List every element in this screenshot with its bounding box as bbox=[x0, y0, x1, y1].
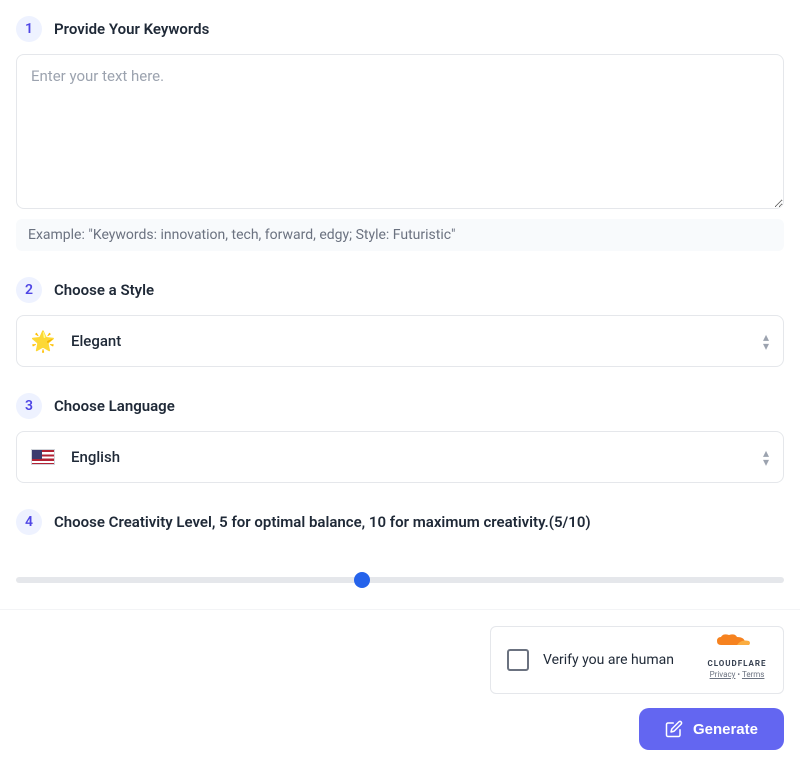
terms-link[interactable]: Terms bbox=[742, 670, 764, 679]
example-prefix: Example: bbox=[28, 227, 88, 243]
step-header: 1 Provide Your Keywords bbox=[16, 16, 784, 42]
generate-button[interactable]: Generate bbox=[639, 708, 784, 750]
step-keywords: 1 Provide Your Keywords Example: "Keywor… bbox=[16, 16, 784, 251]
style-select[interactable]: 🌟 Elegant ▴▾ bbox=[16, 315, 784, 367]
chevron-up-down-icon: ▴▾ bbox=[763, 449, 769, 466]
footer: Verify you are human CLOUDFLARE Privacy … bbox=[0, 626, 800, 766]
edit-icon bbox=[665, 720, 683, 738]
slider-rail bbox=[16, 577, 784, 583]
captcha-text: Verify you are human bbox=[543, 652, 674, 668]
language-select[interactable]: English ▴▾ bbox=[16, 431, 784, 483]
flag-us-icon bbox=[31, 445, 55, 469]
style-selected-label: Elegant bbox=[71, 332, 747, 350]
step-header: 3 Choose Language bbox=[16, 393, 784, 419]
cloudflare-brand: CLOUDFLARE Privacy • Terms bbox=[707, 641, 767, 679]
creativity-slider[interactable] bbox=[16, 547, 784, 601]
step-number-badge: 2 bbox=[16, 277, 42, 303]
cloudflare-logo-icon bbox=[707, 641, 767, 657]
cloudflare-wordmark: CLOUDFLARE bbox=[707, 659, 766, 668]
example-hint: Example: "Keywords: innovation, tech, fo… bbox=[16, 219, 784, 251]
step-title: Choose Creativity Level, 5 for optimal b… bbox=[54, 513, 591, 531]
step-style: 2 Choose a Style 🌟 Elegant ▴▾ bbox=[16, 277, 784, 367]
step-title: Choose a Style bbox=[54, 281, 154, 299]
sparkle-icon: 🌟 bbox=[31, 329, 55, 353]
step-language: 3 Choose Language English ▴▾ bbox=[16, 393, 784, 483]
step-creativity: 4 Choose Creativity Level, 5 for optimal… bbox=[16, 509, 784, 601]
step-number-badge: 3 bbox=[16, 393, 42, 419]
keywords-input[interactable] bbox=[16, 54, 784, 209]
step-number-badge: 1 bbox=[16, 16, 42, 42]
privacy-link[interactable]: Privacy bbox=[710, 670, 736, 679]
captcha-checkbox[interactable] bbox=[507, 649, 529, 671]
language-selected-label: English bbox=[71, 448, 747, 466]
divider bbox=[0, 609, 800, 610]
captcha-widget: Verify you are human CLOUDFLARE Privacy … bbox=[490, 626, 784, 694]
step-header: 4 Choose Creativity Level, 5 for optimal… bbox=[16, 509, 784, 535]
example-text: "Keywords: innovation, tech, forward, ed… bbox=[88, 227, 455, 243]
generate-label: Generate bbox=[693, 721, 758, 738]
step-header: 2 Choose a Style bbox=[16, 277, 784, 303]
step-number-badge: 4 bbox=[16, 509, 42, 535]
step-title: Provide Your Keywords bbox=[54, 20, 209, 38]
chevron-up-down-icon: ▴▾ bbox=[763, 333, 769, 350]
step-title: Choose Language bbox=[54, 397, 175, 415]
slider-thumb[interactable] bbox=[354, 572, 370, 588]
